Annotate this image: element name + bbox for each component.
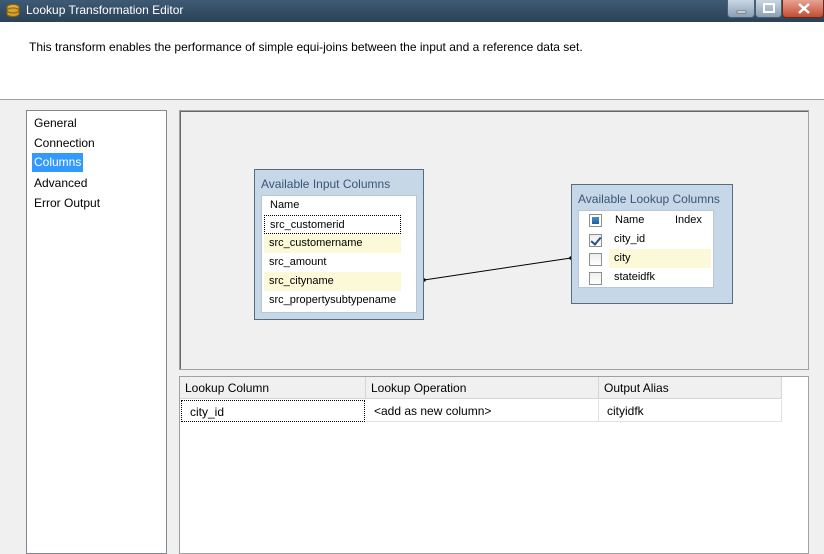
- lookup-column-checkbox[interactable]: [589, 234, 602, 247]
- input-columns-list[interactable]: Name src_customerid src_customername src…: [261, 195, 417, 313]
- lookup-columns-title: Available Lookup Columns: [578, 192, 720, 206]
- maximize-button[interactable]: [755, 0, 782, 18]
- grid-cell-lookup-column[interactable]: city_id: [181, 400, 365, 422]
- input-column-row[interactable]: src_amount: [264, 253, 401, 272]
- close-icon: [798, 3, 810, 14]
- lookup-column-checkbox[interactable]: [589, 272, 602, 285]
- close-button[interactable]: [782, 0, 824, 18]
- select-all-checkbox[interactable]: [589, 214, 602, 227]
- grid-cell-output-alias[interactable]: cityidfk: [599, 400, 782, 422]
- minimize-button[interactable]: [727, 0, 755, 18]
- column-mapping-diagram[interactable]: Available Input Columns Name src_custome…: [179, 110, 809, 370]
- description-panel: This transform enables the performance o…: [0, 22, 824, 100]
- title-bar: Lookup Transformation Editor: [0, 0, 824, 22]
- lookup-column-name[interactable]: city_id: [609, 230, 665, 249]
- input-column-row[interactable]: src_cityname: [264, 272, 401, 291]
- maximize-icon: [763, 3, 775, 13]
- lookup-columns-header-index: Index: [675, 214, 702, 226]
- available-lookup-columns-box[interactable]: Available Lookup Columns Name Index city…: [571, 184, 733, 304]
- grid-header-lookup-operation[interactable]: Lookup Operation: [366, 377, 599, 399]
- grid-header-lookup-column[interactable]: Lookup Column: [180, 377, 366, 399]
- grid-cell-lookup-operation[interactable]: <add as new column>: [366, 400, 599, 422]
- lookup-column-name[interactable]: city: [609, 249, 665, 268]
- input-columns-header-name: Name: [270, 199, 300, 211]
- input-column-row[interactable]: src_propertysubtypename: [264, 291, 401, 310]
- input-column-row[interactable]: src_customername: [264, 234, 401, 253]
- window-title: Lookup Transformation Editor: [26, 3, 184, 17]
- lookup-mapping-grid[interactable]: Lookup Column Lookup Operation Output Al…: [179, 376, 809, 554]
- input-columns-title: Available Input Columns: [261, 177, 391, 191]
- page-navigation-list[interactable]: General Connection Columns Advanced Erro…: [26, 110, 167, 554]
- minimize-icon: [736, 10, 747, 14]
- lookup-column-name[interactable]: stateidfk: [609, 268, 665, 287]
- nav-item-columns[interactable]: Columns: [32, 153, 84, 172]
- grid-header-output-alias[interactable]: Output Alias: [599, 377, 782, 399]
- input-column-row[interactable]: src_customerid: [264, 215, 401, 234]
- nav-item-advanced[interactable]: Advanced: [32, 174, 89, 193]
- nav-item-connection[interactable]: Connection: [32, 134, 97, 153]
- available-input-columns-box[interactable]: Available Input Columns Name src_custome…: [254, 169, 424, 320]
- app-icon: [6, 4, 20, 17]
- lookup-column-checkbox[interactable]: [589, 253, 602, 266]
- lookup-columns-list[interactable]: Name Index city_id city stateidfk: [578, 210, 714, 288]
- description-text: This transform enables the performance o…: [29, 40, 583, 54]
- lookup-columns-header-name: Name: [615, 214, 645, 226]
- nav-item-general[interactable]: General: [32, 114, 79, 133]
- nav-item-error-output[interactable]: Error Output: [32, 194, 102, 213]
